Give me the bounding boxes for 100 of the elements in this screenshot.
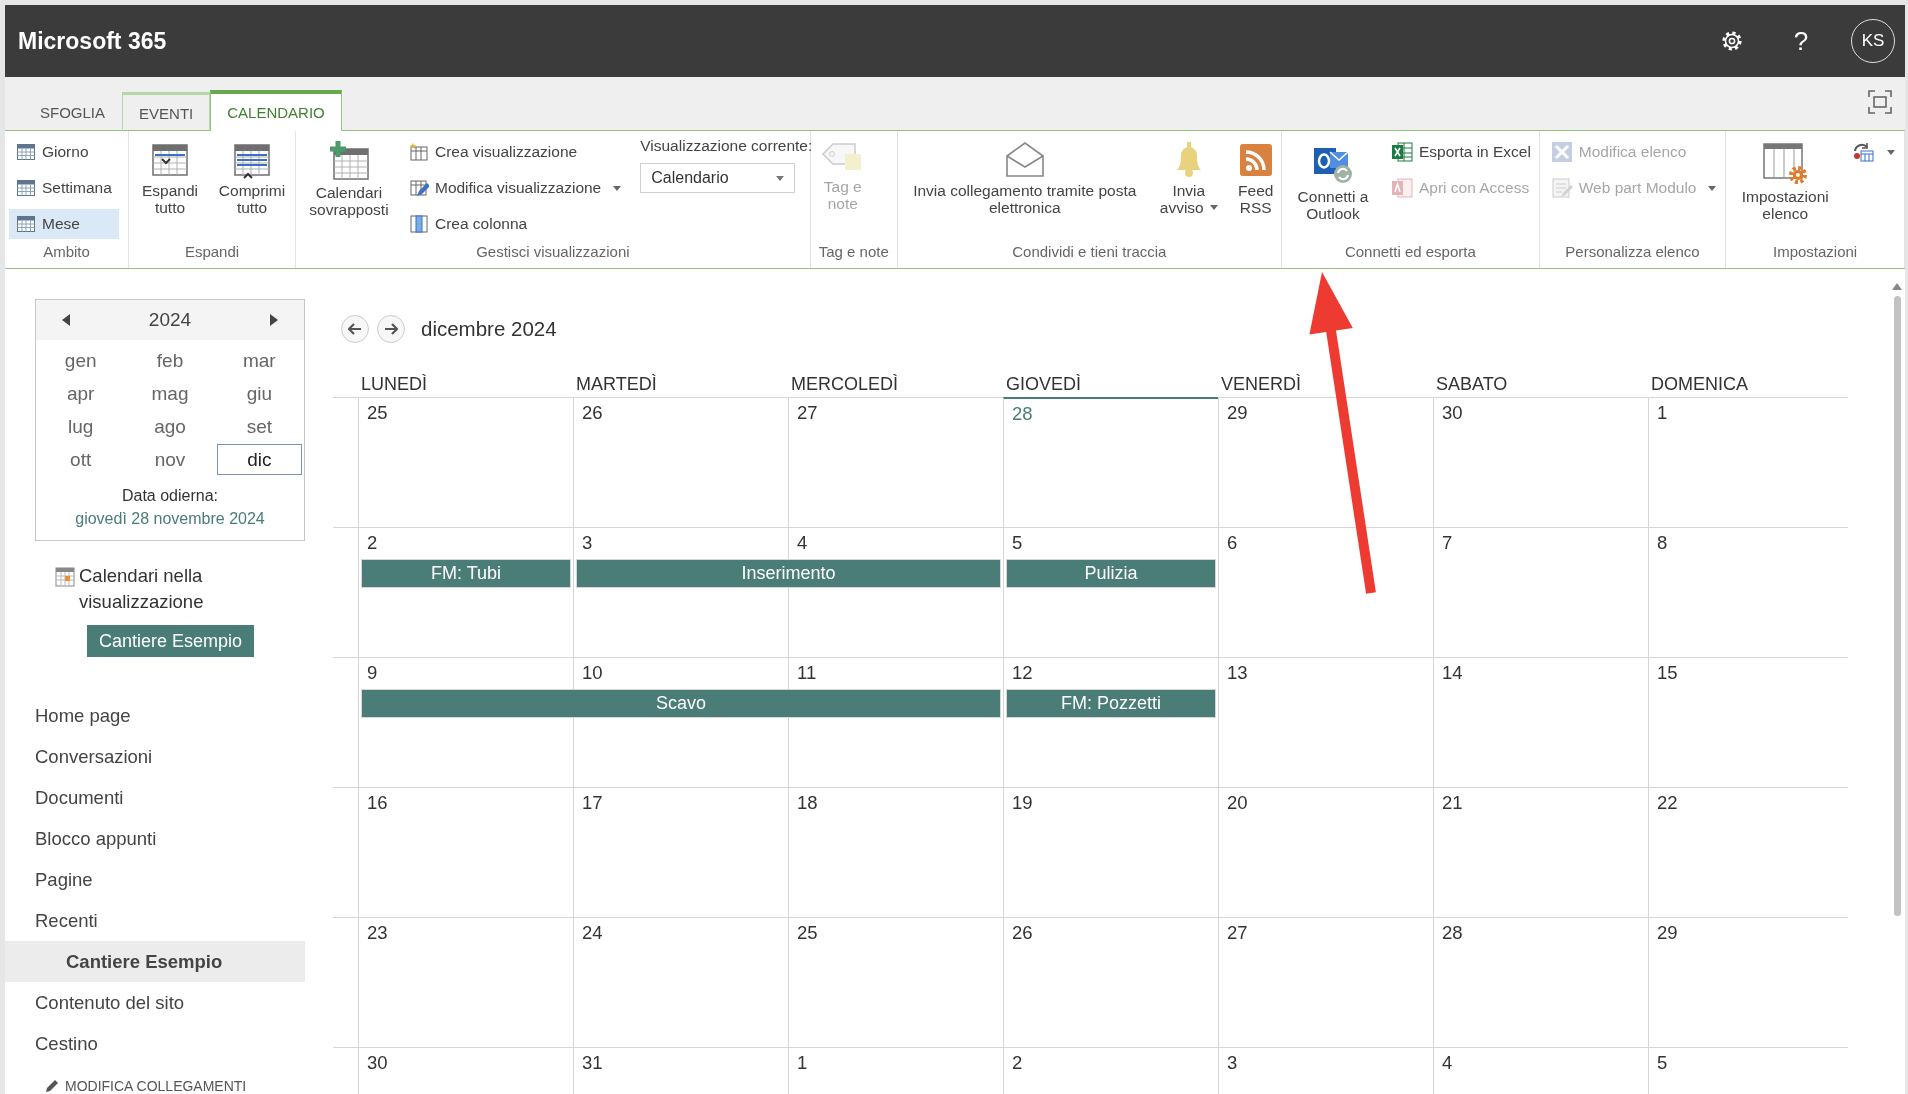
- day-number: 30: [367, 1052, 388, 1073]
- day-number: 27: [1227, 922, 1248, 943]
- day-number: 13: [1227, 662, 1248, 683]
- arrow-left-icon: [348, 323, 362, 335]
- day-number: 7: [1442, 532, 1453, 553]
- month-button[interactable]: feb: [127, 345, 213, 376]
- nav-link[interactable]: Home page: [5, 695, 305, 736]
- ribbon-button[interactable]: Esporta in Excel: [1383, 137, 1538, 167]
- ribbon-button[interactable]: Crea colonna: [401, 209, 629, 239]
- day-number: 29: [1227, 402, 1248, 423]
- day-number: 21: [1442, 792, 1463, 813]
- month-button[interactable]: mag: [127, 378, 213, 409]
- spreadsheet-icon: [1390, 141, 1413, 163]
- day-number: 12: [1012, 662, 1033, 683]
- day-number: 17: [582, 792, 603, 813]
- ribbon-button[interactable]: Connetti a Outlook: [1285, 137, 1380, 225]
- month-button[interactable]: dic: [216, 444, 302, 475]
- day-number: 25: [797, 922, 818, 943]
- day-number: 30: [1442, 402, 1463, 423]
- ribbon-button[interactable]: Giorno: [9, 137, 119, 167]
- day-number: 3: [1227, 1052, 1238, 1073]
- calendar-chip[interactable]: Cantiere Esempio: [87, 625, 255, 657]
- nav-link[interactable]: Conversazioni: [5, 736, 305, 777]
- month-button[interactable]: nov: [127, 444, 213, 475]
- day-number: 9: [367, 662, 378, 683]
- day-number: 28: [1012, 403, 1033, 424]
- ribbon-button[interactable]: Mese: [9, 209, 119, 239]
- ribbon-button[interactable]: Calendari sovrapposti: [299, 137, 398, 221]
- ribbon-tab[interactable]: CALENDARIO: [210, 90, 342, 131]
- day-number: 18: [797, 792, 818, 813]
- ribbon-button[interactable]: Invia collegamento tramite posta elettronica: [901, 137, 1148, 219]
- month-button[interactable]: set: [216, 411, 302, 442]
- nav-link[interactable]: Documenti: [5, 777, 305, 818]
- ribbon-button[interactable]: Invia avviso: [1151, 137, 1226, 219]
- field-label: Visualizzazione corrente:: [640, 137, 813, 155]
- event-bar[interactable]: FM: Pozzetti: [1006, 689, 1216, 718]
- focus-button[interactable]: [1867, 89, 1893, 115]
- month-button[interactable]: mar: [216, 345, 302, 376]
- view-dropdown[interactable]: Calendario: [640, 163, 796, 193]
- section-heading: Calendari nella visualizzazione: [79, 564, 205, 614]
- calendar-icon: [55, 567, 75, 587]
- caret-icon: [776, 175, 785, 181]
- month-button[interactable]: ago: [127, 411, 213, 442]
- day-number: 3: [582, 532, 593, 553]
- day-number: 19: [1012, 792, 1033, 813]
- edit-links-button[interactable]: MODIFICA COLLEGAMENTI: [45, 1078, 247, 1094]
- group-label: Connetti ed esporta: [1343, 242, 1477, 262]
- nav-link[interactable]: Blocco appunti: [5, 818, 305, 859]
- scrollbar-thumb[interactable]: [1893, 296, 1901, 916]
- day-number: 15: [1657, 662, 1678, 683]
- calendar-icon: [16, 215, 36, 233]
- day-number: 22: [1657, 792, 1678, 813]
- month-button[interactable]: ott: [38, 444, 124, 475]
- weekday-header: GIOVEDÌ: [1005, 374, 1082, 396]
- day-number: 5: [1657, 1052, 1668, 1073]
- event-bar[interactable]: Inserimento: [576, 559, 1001, 588]
- ribbon-button[interactable]: Espandi tutto: [133, 137, 207, 219]
- weekday-header: LUNEDÌ: [360, 374, 428, 396]
- weekday-header: VENERDÌ: [1220, 374, 1302, 396]
- month-button[interactable]: apr: [38, 378, 124, 409]
- ribbon-button[interactable]: Feed RSS: [1229, 137, 1282, 219]
- table-gear-icon: [1761, 140, 1810, 186]
- day-number: 25: [367, 402, 388, 423]
- nav-link[interactable]: Cestino: [5, 1023, 305, 1064]
- ribbon-button[interactable]: Crea visualizzazione: [401, 137, 629, 167]
- event-bar[interactable]: Scavo: [361, 689, 1001, 718]
- month-button[interactable]: giu: [216, 378, 302, 409]
- month-button[interactable]: gen: [38, 345, 124, 376]
- nav-link[interactable]: Recenti: [5, 900, 305, 941]
- ribbon-tab[interactable]: SFOGLIA: [23, 92, 123, 131]
- ribbon-button[interactable]: Impostazioni elenco: [1730, 137, 1841, 225]
- focus-icon: [1867, 89, 1893, 115]
- ribbon-button[interactable]: Settimana: [9, 173, 119, 203]
- caret-icon: [1887, 149, 1896, 155]
- day-number: 1: [797, 1052, 808, 1073]
- nav-link[interactable]: Pagine: [5, 859, 305, 900]
- database-icon: [1390, 177, 1413, 199]
- day-number: 29: [1657, 922, 1678, 943]
- calendar-plus-icon: [327, 140, 370, 182]
- group-label: Impostazioni: [1772, 242, 1859, 262]
- ribbon-button[interactable]: Comprimi tutto: [211, 137, 293, 219]
- event-bar[interactable]: Pulizia: [1006, 559, 1216, 588]
- day-number: 2: [1012, 1052, 1023, 1073]
- next-month-button[interactable]: [377, 315, 405, 343]
- day-number: 10: [582, 662, 603, 683]
- nav-link[interactable]: Cantiere Esempio: [5, 941, 305, 982]
- group-label: Condividi e tieni traccia: [1011, 242, 1168, 262]
- today-link[interactable]: giovedì 28 novembre 2024: [75, 507, 265, 530]
- nav-link[interactable]: Contenuto del sito: [5, 982, 305, 1023]
- ribbon-button[interactable]: Modifica visualizzazione: [401, 173, 629, 203]
- prev-month-button[interactable]: [341, 315, 369, 343]
- help-button[interactable]: ?: [1781, 18, 1821, 64]
- year-label: 2024: [148, 309, 192, 331]
- day-number: 27: [797, 402, 818, 423]
- event-bar[interactable]: FM: Tubi: [361, 559, 571, 588]
- day-number: 1: [1657, 402, 1668, 423]
- month-button[interactable]: lug: [38, 411, 124, 442]
- sync-calendar-icon: [1851, 141, 1876, 163]
- column-icon: [408, 214, 429, 234]
- calendar-icon: [16, 143, 36, 161]
